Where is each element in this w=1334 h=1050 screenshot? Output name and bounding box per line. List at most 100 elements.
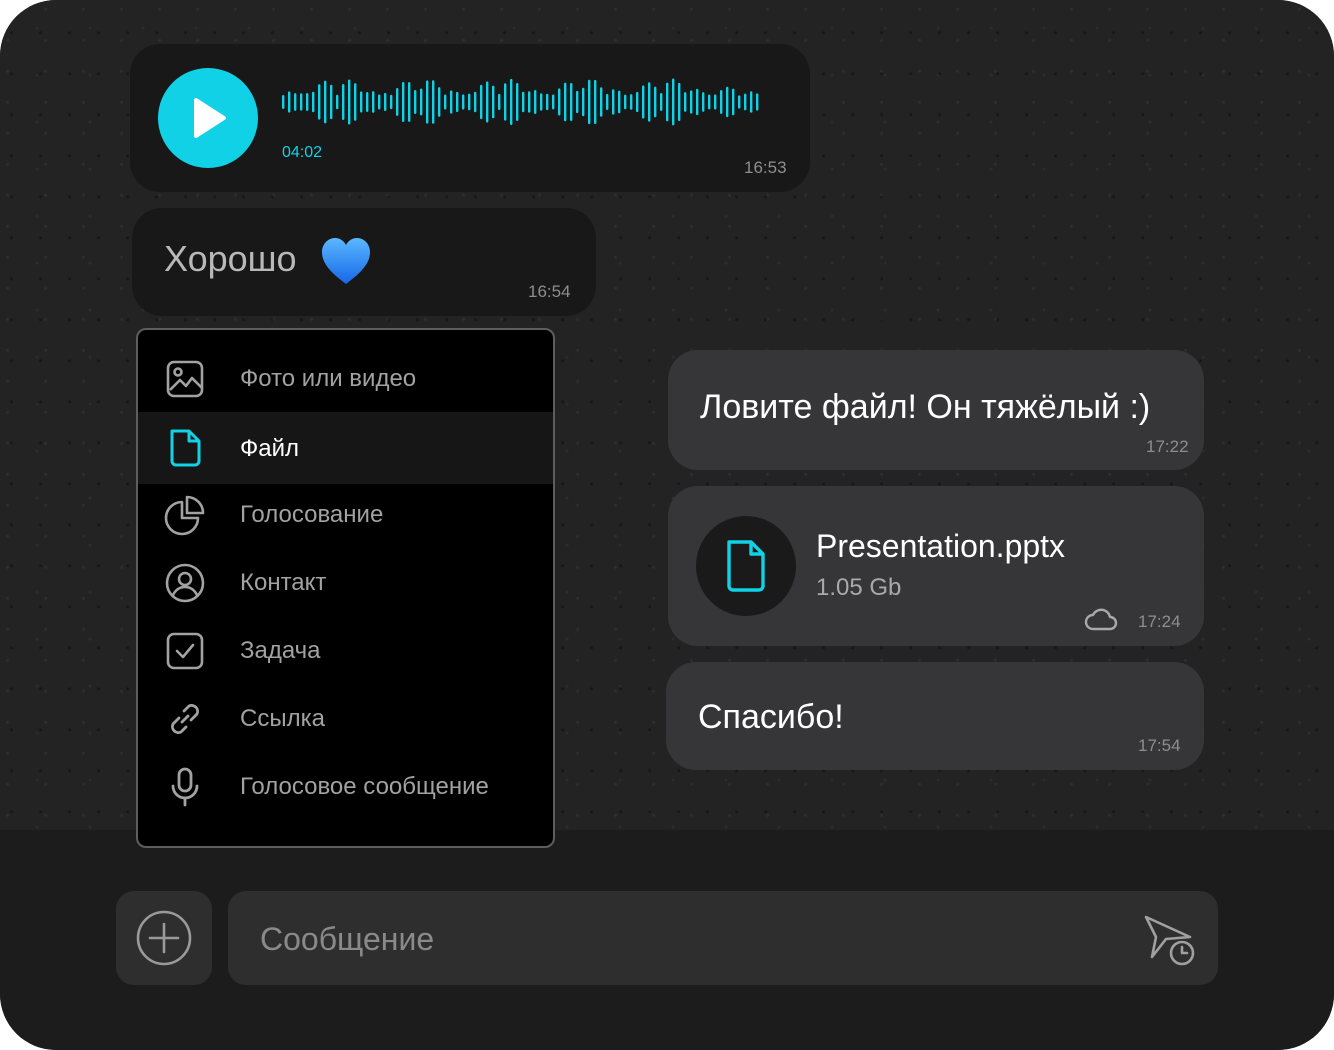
waveform-bar (438, 87, 441, 117)
menu-item-poll[interactable]: Голосование (138, 480, 553, 548)
message-input-placeholder: Сообщение (260, 921, 435, 957)
waveform-bar (732, 88, 735, 116)
waveform-bar (672, 78, 675, 126)
waveform[interactable] (280, 74, 760, 130)
waveform-bar (528, 91, 531, 113)
menu-item-file[interactable]: Файл (138, 412, 553, 484)
waveform-bar (360, 91, 363, 113)
waveform-bar (480, 84, 483, 120)
waveform-bar (726, 86, 729, 118)
scheduled-send-icon[interactable] (1142, 911, 1198, 967)
waveform-bar (516, 82, 519, 122)
waveform-bar (426, 80, 429, 124)
waveform-bar (510, 78, 513, 126)
waveform-bar (288, 91, 291, 113)
waveform-bar (534, 89, 537, 115)
waveform-bar (606, 93, 609, 111)
waveform-bar (444, 94, 447, 110)
attach-button[interactable] (116, 891, 212, 985)
waveform-bar (468, 93, 471, 111)
waveform-bar (708, 94, 711, 110)
microphone-icon (171, 767, 199, 807)
menu-item-photo[interactable]: Фото или видео (138, 344, 553, 412)
waveform-bar (372, 91, 375, 113)
cloud-icon (1084, 608, 1118, 631)
waveform-bar (342, 83, 345, 121)
waveform-bar (654, 86, 657, 118)
photo-icon (166, 360, 204, 398)
menu-item-task[interactable]: Задача (138, 616, 553, 684)
file-name: Presentation.pptx (816, 528, 1066, 564)
waveform-bar (504, 83, 507, 121)
waveform-bar (348, 79, 351, 125)
waveform-bar (306, 93, 309, 111)
waveform-bar (618, 90, 621, 114)
messenger-window: 04:02 16:53 Хорошо 16:54 Фото или видео (0, 0, 1334, 1050)
poll-icon (164, 495, 205, 536)
waveform-bar (336, 94, 339, 110)
file-icon (170, 429, 201, 467)
file-message-bubble[interactable]: Presentation.pptx 1.05 Gb 17:24 (668, 486, 1204, 646)
waveform-bar (432, 80, 435, 124)
message-text: Спасибо! (698, 698, 844, 736)
waveform-bar (498, 93, 501, 111)
file-download-button[interactable] (696, 516, 796, 616)
menu-item-label: Голосовое сообщение (240, 773, 489, 800)
play-button[interactable] (158, 68, 258, 168)
waveform-bar (642, 85, 645, 119)
waveform-bar (750, 91, 753, 113)
waveform-bar (612, 89, 615, 115)
waveform-bar (414, 89, 417, 115)
waveform-bar (492, 85, 495, 119)
waveform-bar (396, 88, 399, 116)
task-icon (166, 632, 204, 670)
waveform-bar (690, 90, 693, 114)
blue-heart-icon (322, 238, 370, 284)
link-icon (171, 704, 199, 734)
menu-item-voice[interactable]: Голосовое сообщение (138, 752, 553, 820)
message-time: 17:24 (1138, 612, 1181, 631)
file-size: 1.05 Gb (816, 574, 902, 601)
waveform-bar (408, 82, 411, 122)
menu-item-link[interactable]: Ссылка (138, 684, 553, 752)
waveform-bar (636, 91, 639, 113)
waveform-bar (600, 87, 603, 117)
waveform-bar (720, 89, 723, 115)
message-text: Хорошо (164, 238, 297, 279)
waveform-bar (366, 92, 369, 112)
plus-circle-icon (136, 910, 192, 966)
waveform-bar (450, 90, 453, 114)
menu-item-label: Ссылка (240, 705, 325, 732)
waveform-bar (300, 93, 303, 111)
message-time: 16:54 (528, 282, 571, 301)
outgoing-message-bubble: Спасибо! 17:54 (666, 662, 1204, 770)
waveform-bar (660, 93, 663, 111)
waveform-bar (384, 92, 387, 112)
waveform-bar (738, 95, 741, 109)
waveform-bar (330, 84, 333, 120)
waveform-bar (462, 94, 465, 110)
waveform-bar (630, 94, 633, 110)
waveform-bar (714, 94, 717, 110)
waveform-bar (576, 90, 579, 114)
waveform-bar (684, 92, 687, 112)
waveform-bar (558, 88, 561, 116)
file-icon (727, 540, 765, 592)
waveform-bar (378, 94, 381, 110)
waveform-bar (282, 95, 285, 109)
waveform-bar (324, 80, 327, 124)
message-input[interactable]: Сообщение (228, 891, 1218, 985)
waveform-bar (624, 94, 627, 110)
message-text: Ловите файл! Он тяжёлый :) (700, 388, 1151, 426)
waveform-bar (696, 88, 699, 116)
menu-item-label: Фото или видео (240, 365, 417, 392)
attach-menu: Фото или видео Файл Голосование Контакт (136, 328, 555, 848)
waveform-bar (594, 79, 597, 125)
waveform-bar (402, 81, 405, 123)
incoming-message-bubble: Хорошо 16:54 (132, 208, 596, 316)
message-time: 16:53 (744, 158, 787, 177)
voice-message-bubble: 04:02 16:53 (130, 44, 810, 192)
waveform-bar (420, 88, 423, 116)
menu-item-contact[interactable]: Контакт (138, 548, 553, 616)
menu-item-label: Контакт (240, 569, 327, 596)
